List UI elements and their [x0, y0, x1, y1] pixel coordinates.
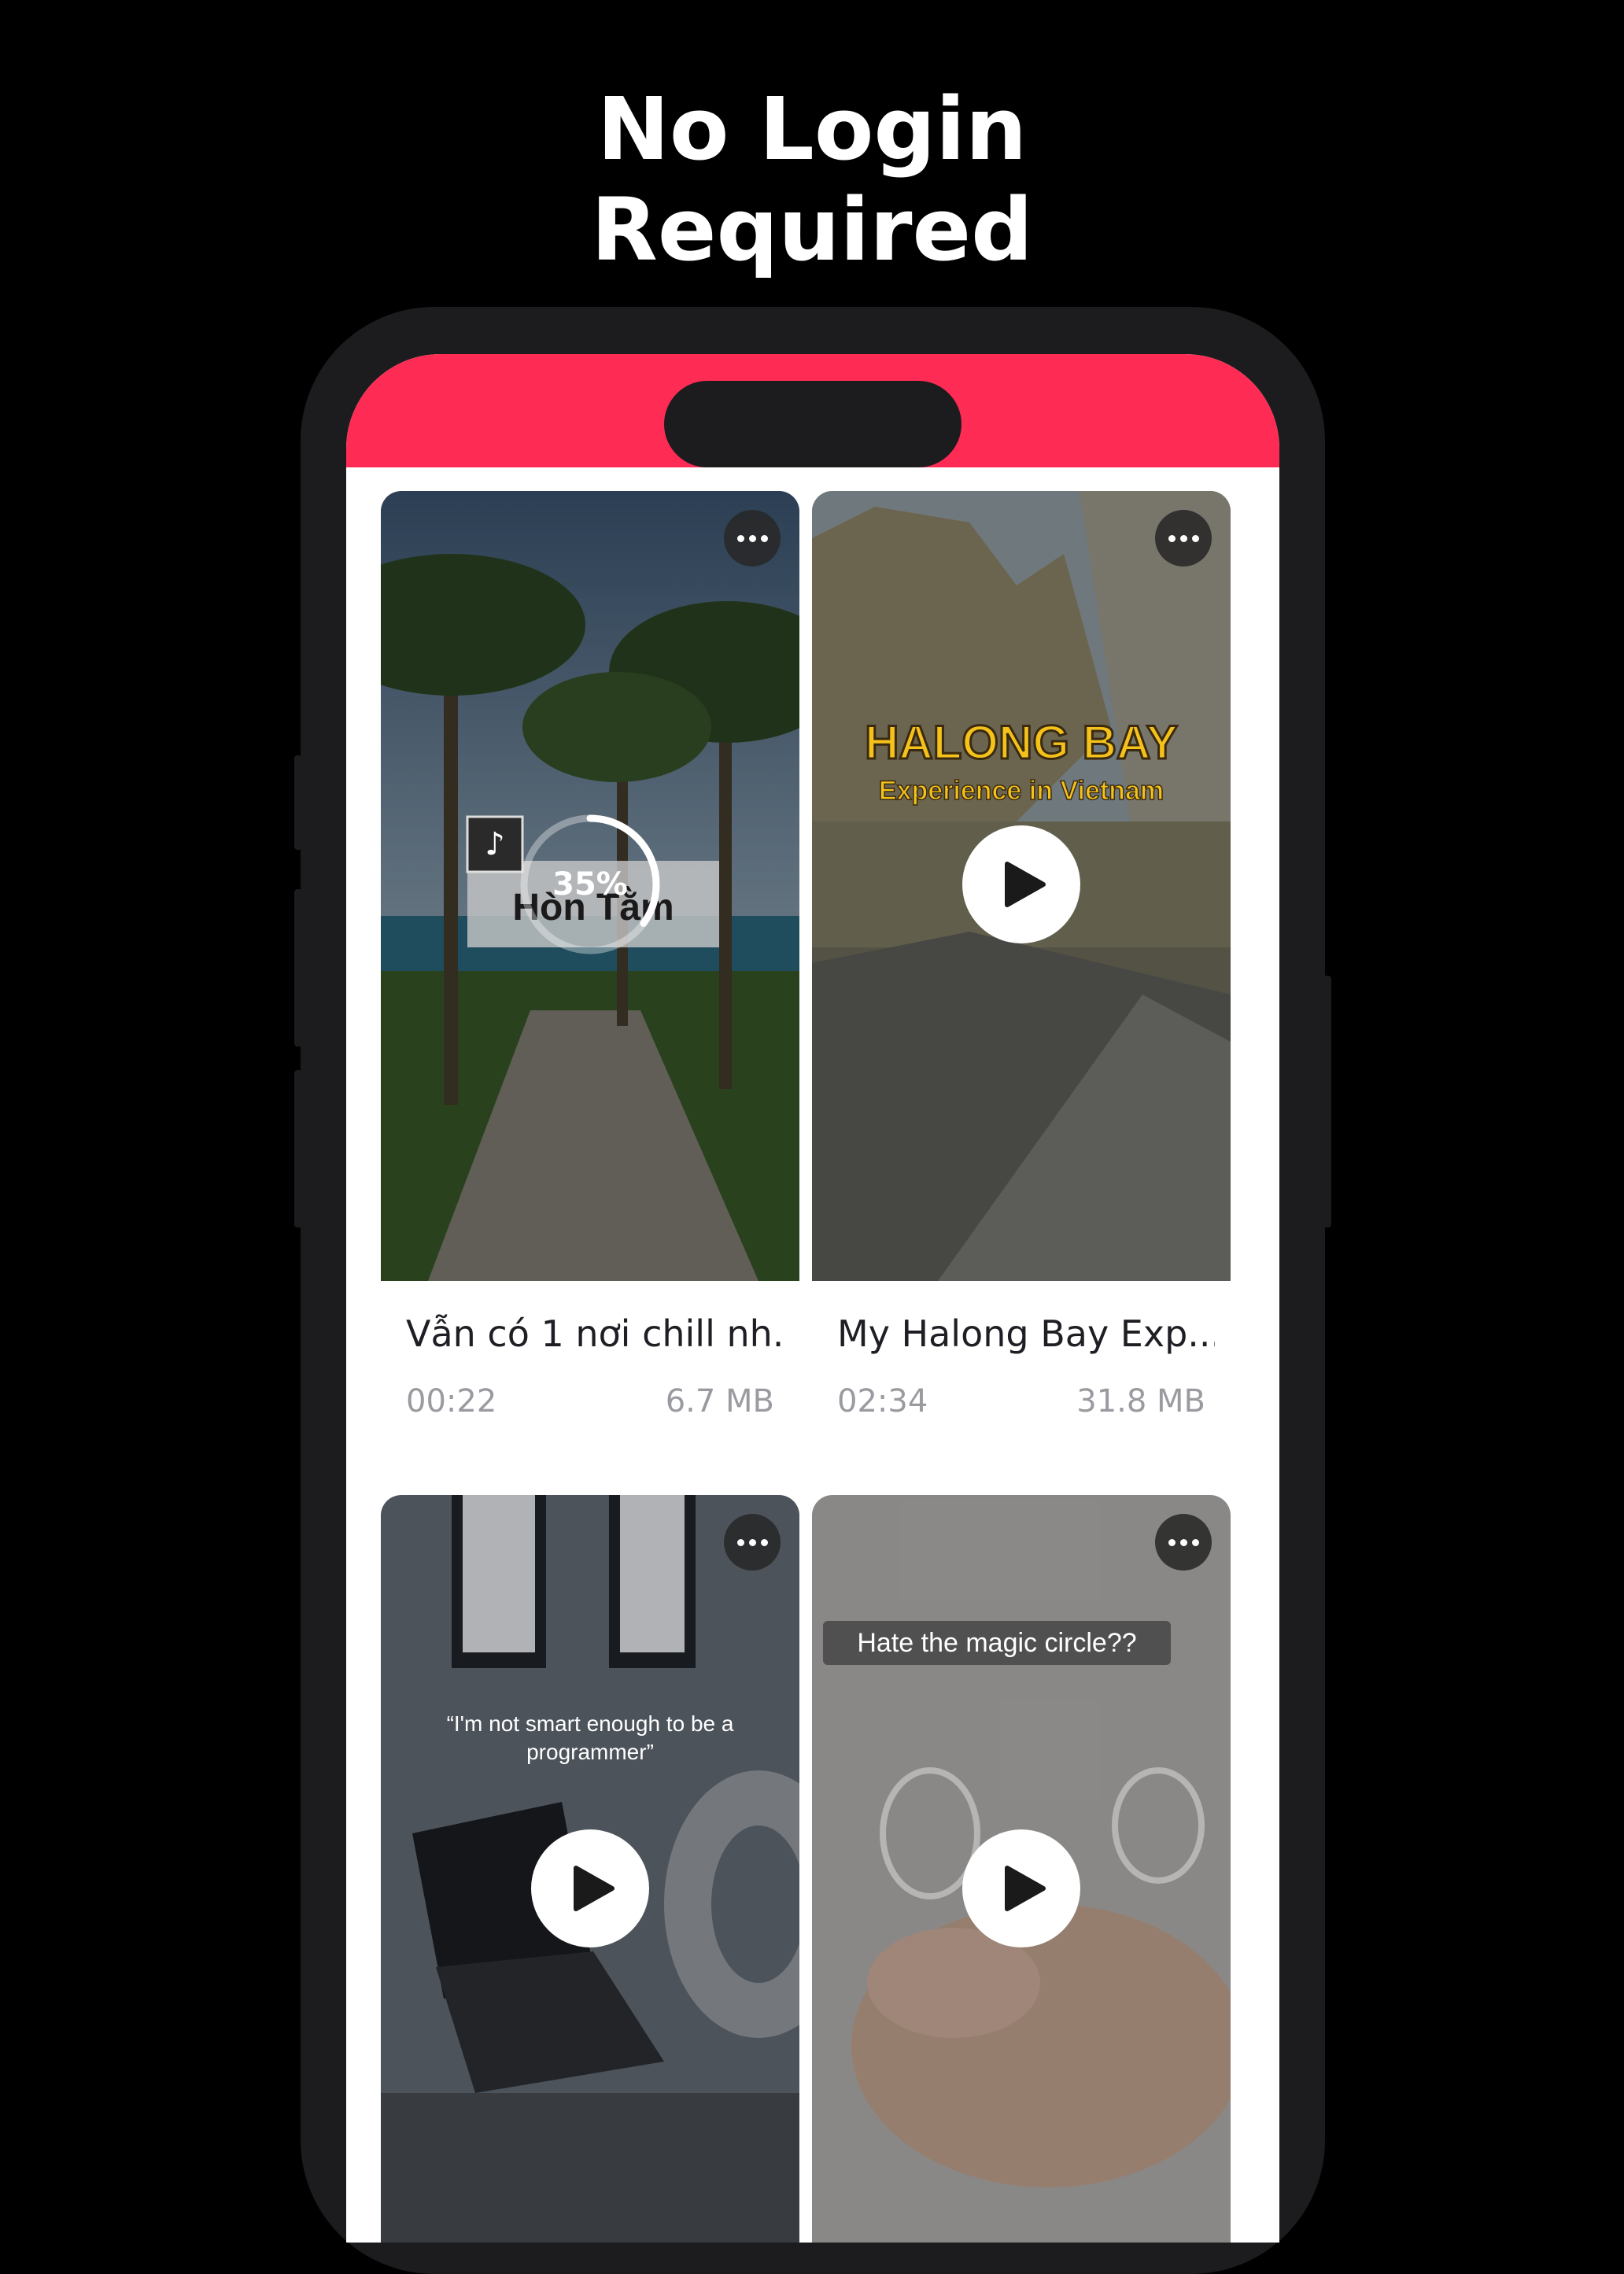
play-icon — [574, 1866, 615, 1911]
video-size: 31.8 MB — [1076, 1383, 1205, 1419]
phone-power-button — [1323, 976, 1331, 1227]
video-duration: 00:22 — [406, 1383, 497, 1419]
video-meta: 02:34 31.8 MB — [837, 1383, 1205, 1419]
phone-side-button — [294, 755, 302, 850]
play-icon — [1005, 862, 1046, 907]
play-button[interactable] — [962, 1829, 1080, 1947]
phone-volume-down-button — [294, 1070, 302, 1227]
overlay-title: HALONG BAY — [865, 716, 1178, 769]
play-button[interactable] — [531, 1829, 649, 1947]
video-title: Vẫn có 1 nơi chill nh... — [406, 1312, 784, 1355]
more-options-button[interactable] — [1155, 510, 1212, 567]
video-thumbnail[interactable]: Hòn Tằm ♪ 35% — [381, 491, 799, 1281]
more-options-button[interactable] — [1155, 1514, 1212, 1571]
video-size: 6.7 MB — [665, 1383, 774, 1419]
dynamic-island — [664, 381, 961, 467]
svg-text:♪: ♪ — [485, 826, 505, 862]
video-meta: 00:22 6.7 MB — [406, 1383, 774, 1419]
phone-volume-up-button — [294, 889, 302, 1047]
video-duration: 02:34 — [837, 1383, 928, 1419]
more-options-button[interactable] — [724, 1514, 781, 1571]
more-options-button[interactable] — [724, 510, 781, 567]
overlay-text-line-1: “I'm not smart enough to be a — [447, 1711, 734, 1736]
video-thumbnail[interactable]: Hate the magic circle?? — [812, 1495, 1231, 2243]
overlay-subtitle: Experience in Vietnam — [879, 776, 1164, 806]
video-title: My Halong Bay Exp... — [837, 1312, 1215, 1355]
video-thumbnail[interactable]: HALONG BAY Experience in Vietnam — [812, 491, 1231, 1281]
progress-label: 35% — [552, 866, 628, 903]
play-button[interactable] — [962, 825, 1080, 943]
headline-line-2: Required — [591, 179, 1033, 280]
download-progress: 35% — [515, 810, 665, 959]
phone-screen: Hòn Tằm ♪ 35% Vẫn có 1 nơi chill nh... 0… — [346, 354, 1279, 2243]
overlay-text-line-2: programmer” — [526, 1740, 654, 1764]
overlay-text: Hate the magic circle?? — [857, 1628, 1136, 1658]
headline-line-1: No Login — [596, 79, 1028, 179]
play-icon — [1005, 1866, 1046, 1911]
status-bar — [346, 354, 1279, 467]
headline: No Login Required — [0, 79, 1624, 280]
video-thumbnail[interactable]: “I'm not smart enough to be a programmer… — [381, 1495, 799, 2243]
